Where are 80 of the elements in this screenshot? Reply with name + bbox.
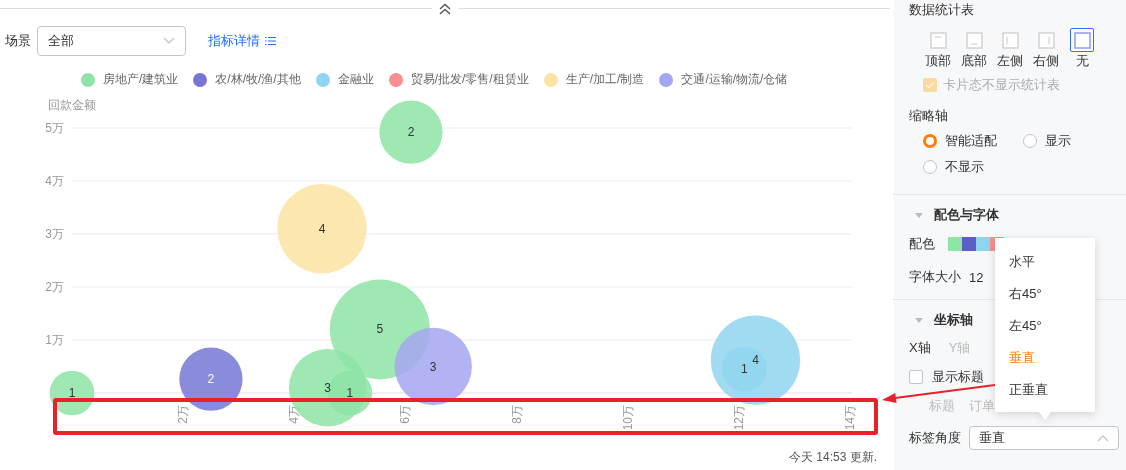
radio-label[interactable]: 不显示 xyxy=(945,158,984,176)
y-tick-label: 5万 xyxy=(45,121,64,135)
x-tick-label: 8万 xyxy=(509,405,524,424)
field-label: 标签角度 xyxy=(909,429,961,447)
bubble-label: 1 xyxy=(741,362,748,377)
bubble-label: 2 xyxy=(207,372,215,387)
bubble[interactable] xyxy=(394,327,472,406)
collapse-icon[interactable] xyxy=(438,2,452,15)
radio-label[interactable]: 显示 xyxy=(1045,132,1071,150)
color-swatch[interactable] xyxy=(976,237,990,251)
color-swatch[interactable] xyxy=(962,237,976,251)
legend-label[interactable]: 金融业 xyxy=(337,71,374,88)
caret-icon[interactable] xyxy=(915,316,923,324)
field-label: 标题 xyxy=(929,397,955,415)
layout-icon xyxy=(965,31,983,49)
position-option[interactable]: 底部 xyxy=(961,28,987,70)
radio-label[interactable]: 智能适配 xyxy=(945,132,997,150)
menu-item[interactable]: 右45° xyxy=(995,278,1095,310)
y-tick-label: 1万 xyxy=(45,333,64,347)
bubble-label: 4 xyxy=(752,353,759,368)
x-tick-label: 14万 xyxy=(843,405,857,431)
radio-button[interactable] xyxy=(923,134,937,148)
bubble[interactable] xyxy=(722,346,767,392)
layout-icon xyxy=(1037,31,1055,49)
layout-icon xyxy=(929,31,947,49)
scene-select[interactable]: 全部 xyxy=(37,26,186,56)
font-size-value[interactable]: 12 xyxy=(969,269,984,285)
field-label: 字体大小 xyxy=(909,268,961,286)
bubble[interactable] xyxy=(327,370,373,416)
y-axis-title: 回款金额 xyxy=(48,98,96,112)
checkbox-label[interactable]: 显示标题 xyxy=(932,368,984,386)
radio-button[interactable] xyxy=(923,160,937,174)
menu-item[interactable]: 正垂直 xyxy=(995,374,1095,406)
caret-icon[interactable] xyxy=(915,211,923,219)
bubble-label: 4 xyxy=(318,221,326,236)
bubble-label: 1 xyxy=(346,386,354,400)
section-title: 数据统计表 xyxy=(909,1,975,19)
legend-label[interactable]: 生产/加工/制造 xyxy=(565,71,645,88)
x-tick-label: 4万 xyxy=(287,405,302,424)
position-option[interactable]: 顶部 xyxy=(925,28,951,70)
layout-icon xyxy=(1073,31,1091,49)
legend-label[interactable]: 农/林/牧/渔/其他 xyxy=(215,71,301,88)
legend-label[interactable]: 贸易/批发/零售/租赁业 xyxy=(410,71,529,88)
axis-tab[interactable]: X轴 xyxy=(909,339,931,357)
y-tick-label: 4万 xyxy=(45,174,64,188)
bubble[interactable] xyxy=(49,370,95,416)
angle-select[interactable]: 垂直 xyxy=(969,426,1119,450)
list-icon xyxy=(265,36,276,46)
chevron-up-icon xyxy=(1097,434,1109,442)
color-swatch[interactable] xyxy=(948,237,962,251)
bubble-label: 3 xyxy=(429,359,437,374)
bubble-label: 3 xyxy=(324,380,331,395)
section-title: 配色与字体 xyxy=(934,206,999,224)
filter-label: 场景 xyxy=(5,32,31,50)
x-tick-label: 12万 xyxy=(731,405,746,431)
legend-label[interactable]: 房地产/建筑业 xyxy=(103,71,179,88)
y-tick-label: 3万 xyxy=(45,227,64,241)
menu-item[interactable]: 左45° xyxy=(995,310,1095,342)
position-option[interactable]: 右侧 xyxy=(1033,28,1059,70)
section-title: 坐标轴 xyxy=(934,311,973,329)
section-title: 缩略轴 xyxy=(909,107,949,125)
checkbox[interactable] xyxy=(909,370,923,384)
y-tick-label: 2万 xyxy=(45,280,64,294)
legend-label[interactable]: 交通/运输/物流/仓储 xyxy=(681,71,788,88)
details-link[interactable]: 指标详情 xyxy=(208,32,276,50)
update-time: 今天 14:53 更新. xyxy=(787,449,878,466)
bubble-label: 1 xyxy=(68,386,76,400)
x-tick-label: 2万 xyxy=(176,405,191,424)
menu-item[interactable]: 水平 xyxy=(995,246,1095,278)
radio-button[interactable] xyxy=(1023,134,1037,148)
position-option[interactable]: 左侧 xyxy=(997,28,1023,70)
bubble-label: 2 xyxy=(407,125,415,140)
checkbox-label: 卡片态不显示统计表 xyxy=(943,76,1060,94)
layout-icon xyxy=(1001,31,1019,49)
field-label: 配色 xyxy=(909,235,935,253)
bubble-label: 5 xyxy=(376,322,384,337)
x-tick-label: 6万 xyxy=(398,405,413,424)
x-tick-label: 10万 xyxy=(620,405,635,431)
title-value: 订单 xyxy=(969,397,995,415)
chevron-down-icon xyxy=(163,37,175,45)
